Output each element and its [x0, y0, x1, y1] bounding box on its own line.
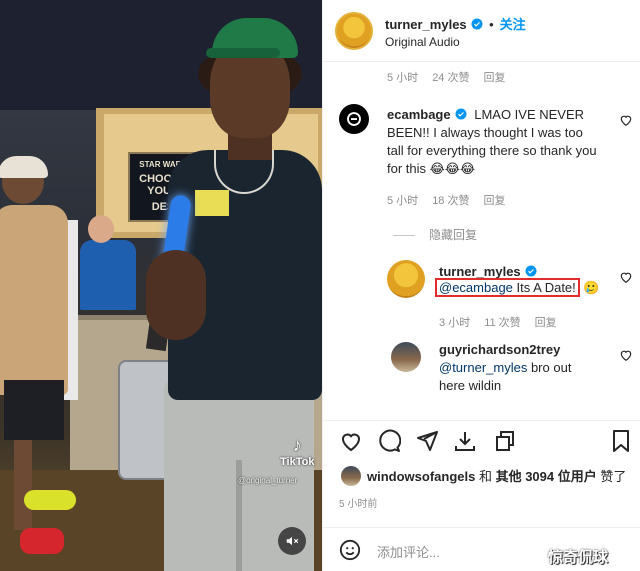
- mention-link[interactable]: @turner_myles: [439, 360, 527, 375]
- comment-username-text[interactable]: turner_myles: [439, 264, 521, 279]
- avatar[interactable]: [335, 12, 373, 50]
- person-left-leg: [14, 440, 32, 530]
- liked-by-suffix: 赞了: [596, 469, 627, 484]
- comment-likes[interactable]: 18 次赞: [432, 195, 469, 207]
- yellow-shoe: [24, 490, 76, 510]
- tiktok-logo: ♪ TikTok: [280, 435, 314, 468]
- person-employee-head: [88, 215, 114, 243]
- shirt-tag: [195, 190, 229, 216]
- video-frame[interactable]: STAR WARS CHOOSE YOUR DES ♪ TikTok @orig…: [0, 0, 322, 571]
- emoji-icon[interactable]: [339, 539, 361, 561]
- liked-by-connector: 和: [475, 469, 496, 484]
- like-heart-icon[interactable]: [339, 429, 363, 453]
- main-person-arm: [146, 250, 206, 340]
- reply-button[interactable]: 回复: [535, 317, 557, 329]
- audio-label[interactable]: Original Audio: [385, 35, 460, 49]
- comments-panel: turner_myles • 关注 Original Audio 5 小时 24 次…: [322, 0, 640, 571]
- like-heart-icon[interactable]: [619, 348, 633, 362]
- comment-username: turner_myles: [439, 264, 537, 279]
- post-time: 5 小时前: [339, 499, 378, 510]
- bookmark-icon[interactable]: [609, 429, 633, 453]
- reply-button[interactable]: 回复: [483, 195, 505, 207]
- follow-button[interactable]: 关注: [500, 17, 526, 32]
- divider-line: [393, 235, 415, 237]
- reply-button[interactable]: 回复: [483, 72, 505, 84]
- comment-emoji: 🥲: [583, 280, 600, 295]
- comment-body: @ecambage Its A Date! 🥲: [435, 278, 600, 297]
- person-employee-vest: [80, 240, 136, 310]
- like-heart-icon[interactable]: [619, 270, 633, 284]
- mute-button[interactable]: [278, 527, 306, 555]
- hide-replies-toggle[interactable]: 隐藏回复: [393, 226, 491, 243]
- comment-meta: 3 小时 11 次赞 回复: [439, 314, 571, 330]
- comment-time: 5 小时: [387, 72, 419, 84]
- comment-meta: 5 小时 18 次赞 回复: [387, 192, 519, 208]
- post-header: turner_myles • 关注 Original Audio: [323, 0, 640, 62]
- person-left-hoodie: [0, 205, 68, 395]
- watermark: 惊奇侃球: [548, 548, 609, 566]
- tiktok-handle: @original_turner: [238, 476, 298, 485]
- comment-body: ecambage LMAO IVE NEVER BEEN!! I always …: [387, 106, 597, 178]
- avatar[interactable]: [387, 260, 425, 298]
- verified-badge-icon: [471, 18, 483, 30]
- share-send-icon[interactable]: [415, 429, 439, 453]
- green-cap-brim: [206, 48, 280, 58]
- verified-badge-icon: [455, 108, 467, 120]
- like-heart-icon[interactable]: [619, 113, 633, 127]
- liked-by-others[interactable]: 其他 3094 位用户: [496, 469, 597, 484]
- comment-likes[interactable]: 11 次赞: [484, 317, 520, 329]
- comment-meta: 5 小时 24 次赞 回复: [387, 69, 519, 85]
- comment-icon[interactable]: [377, 429, 401, 453]
- avatar[interactable]: [341, 466, 361, 486]
- download-icon[interactable]: [453, 429, 477, 453]
- hide-replies-label: 隐藏回复: [429, 228, 478, 242]
- tiktok-note-icon: ♪: [292, 435, 302, 455]
- post-author-username[interactable]: turner_myles: [385, 17, 467, 32]
- comment-username[interactable]: ecambage: [387, 107, 451, 122]
- tiktok-label: TikTok: [280, 456, 315, 468]
- mention-link[interactable]: @ecambage: [439, 280, 513, 295]
- action-bar: [323, 420, 640, 460]
- highlight-box: @ecambage Its A Date!: [435, 278, 580, 297]
- separator-dot: •: [489, 17, 494, 32]
- threads-logo-icon: [347, 112, 361, 126]
- comment-likes[interactable]: 24 次赞: [432, 72, 469, 84]
- comment-username[interactable]: guyrichardson2trey: [439, 341, 589, 359]
- comment-time: 5 小时: [387, 195, 419, 207]
- liked-by-summary: windowsofangels 和 其他 3094 位用户 赞了: [367, 466, 626, 485]
- verified-badge-icon: [525, 265, 537, 277]
- red-shoe: [20, 528, 64, 554]
- copy-icon[interactable]: [493, 429, 517, 453]
- liked-by-user[interactable]: windowsofangels: [367, 469, 475, 484]
- comment-body: guyrichardson2trey @turner_myles bro out…: [439, 341, 589, 395]
- person-left-cap: [0, 156, 48, 178]
- comment-time: 3 小时: [439, 317, 471, 329]
- avatar[interactable]: [391, 342, 421, 372]
- avatar[interactable]: [339, 104, 369, 134]
- comment-input[interactable]: 添加评论...: [377, 542, 557, 561]
- person-left-shorts: [4, 380, 64, 440]
- comment-text: Its A Date!: [512, 280, 576, 295]
- speaker-muted-icon: [286, 536, 299, 546]
